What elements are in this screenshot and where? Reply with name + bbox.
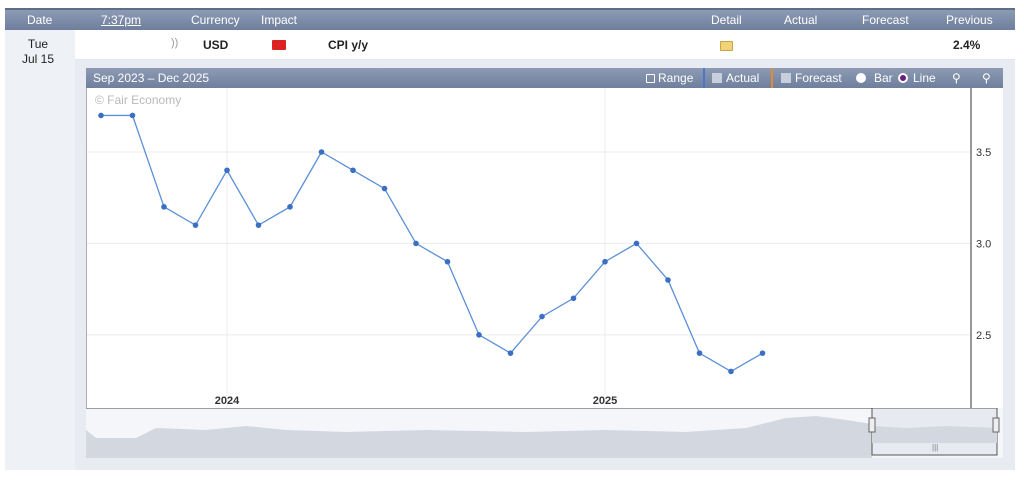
event-name[interactable]: CPI y/y [328, 38, 368, 52]
actual-checkbox[interactable] [712, 73, 722, 83]
data-point [129, 112, 136, 119]
data-point [759, 350, 766, 356]
calendar-header: Date 7:37pm Currency Impact Detail Actua… [5, 8, 1015, 30]
header-detail: Detail [711, 13, 742, 27]
header-time-link[interactable]: 7:37pm [101, 13, 141, 27]
data-point [539, 313, 545, 320]
navigator-svg: ||| [86, 407, 1003, 458]
chart-watermark: © Fair Economy [95, 93, 181, 107]
chart-navigator[interactable]: ||| [86, 407, 1003, 458]
data-point [98, 112, 104, 119]
navigator-selection-area [872, 426, 997, 443]
data-point [602, 258, 608, 265]
date-column [5, 30, 75, 470]
bar-radio[interactable] [856, 73, 866, 83]
data-point [696, 350, 703, 356]
navigator-right-handle[interactable] [992, 417, 1000, 433]
data-point [224, 167, 230, 174]
header-previous: Previous [946, 13, 993, 27]
x-tick-label: 2024 [215, 395, 240, 407]
zoom-in-icon[interactable]: ⚲ [952, 71, 961, 85]
chart-toolbar: Sep 2023 – Dec 2025 Range Actual Forecas… [86, 68, 1003, 88]
data-point [161, 204, 167, 210]
data-point [728, 368, 734, 375]
x-tick-label: 2025 [593, 395, 617, 407]
toolbar-divider-orange [771, 68, 773, 88]
data-point [507, 350, 514, 356]
toolbar-divider [703, 68, 705, 88]
data-point [255, 222, 262, 228]
chart-area: © Fair Economy 3.5 3.0 2.5 2024 2025 [86, 88, 1003, 408]
high-impact-icon [272, 40, 286, 50]
detail-folder-icon[interactable] [720, 41, 733, 51]
data-point [570, 295, 577, 302]
cpi-line-chart: © Fair Economy 3.5 3.0 2.5 2024 2025 [87, 88, 991, 408]
sound-icon: )) [171, 37, 179, 49]
header-date: Date [27, 13, 53, 27]
header-currency: Currency [191, 13, 240, 27]
bar-option[interactable]: Bar [874, 71, 893, 85]
zoom-out-icon[interactable]: ⚲ [982, 71, 991, 85]
data-point [444, 258, 451, 265]
header-actual: Actual [784, 13, 818, 27]
data-point [287, 204, 293, 210]
line-option[interactable]: Line [913, 71, 936, 85]
navigator-scroll-grip[interactable]: ||| [932, 443, 938, 452]
range-button[interactable]: Range [658, 71, 693, 85]
actual-toggle[interactable]: Actual [726, 71, 759, 85]
event-day: Tue [27, 37, 49, 51]
data-point [192, 222, 199, 228]
calendar-icon [646, 74, 655, 83]
data-point [665, 277, 671, 283]
event-date: Tue Jul 15 [5, 37, 71, 67]
line-radio[interactable] [898, 73, 908, 83]
forecast-toggle[interactable]: Forecast [795, 71, 842, 85]
data-point [318, 149, 325, 155]
data-point [633, 240, 640, 247]
event-currency: USD [203, 38, 229, 52]
data-point [476, 332, 482, 338]
event-date-text: Jul 15 [21, 52, 55, 66]
y-tick-label: 2.5 [976, 330, 991, 342]
event-previous: 2.4% [953, 38, 981, 52]
data-point [350, 167, 356, 174]
chart-range-label: Sep 2023 – Dec 2025 [93, 71, 210, 85]
y-tick-label: 3.5 [976, 147, 991, 159]
navigator-left-handle[interactable] [868, 417, 876, 433]
header-forecast: Forecast [862, 13, 909, 27]
data-point [413, 240, 419, 247]
header-impact: Impact [261, 13, 298, 27]
forecast-checkbox[interactable] [781, 73, 791, 83]
event-row[interactable]: )) USD CPI y/y 2.4% [75, 30, 1015, 60]
y-tick-label: 3.0 [976, 238, 991, 250]
data-point [381, 185, 388, 192]
